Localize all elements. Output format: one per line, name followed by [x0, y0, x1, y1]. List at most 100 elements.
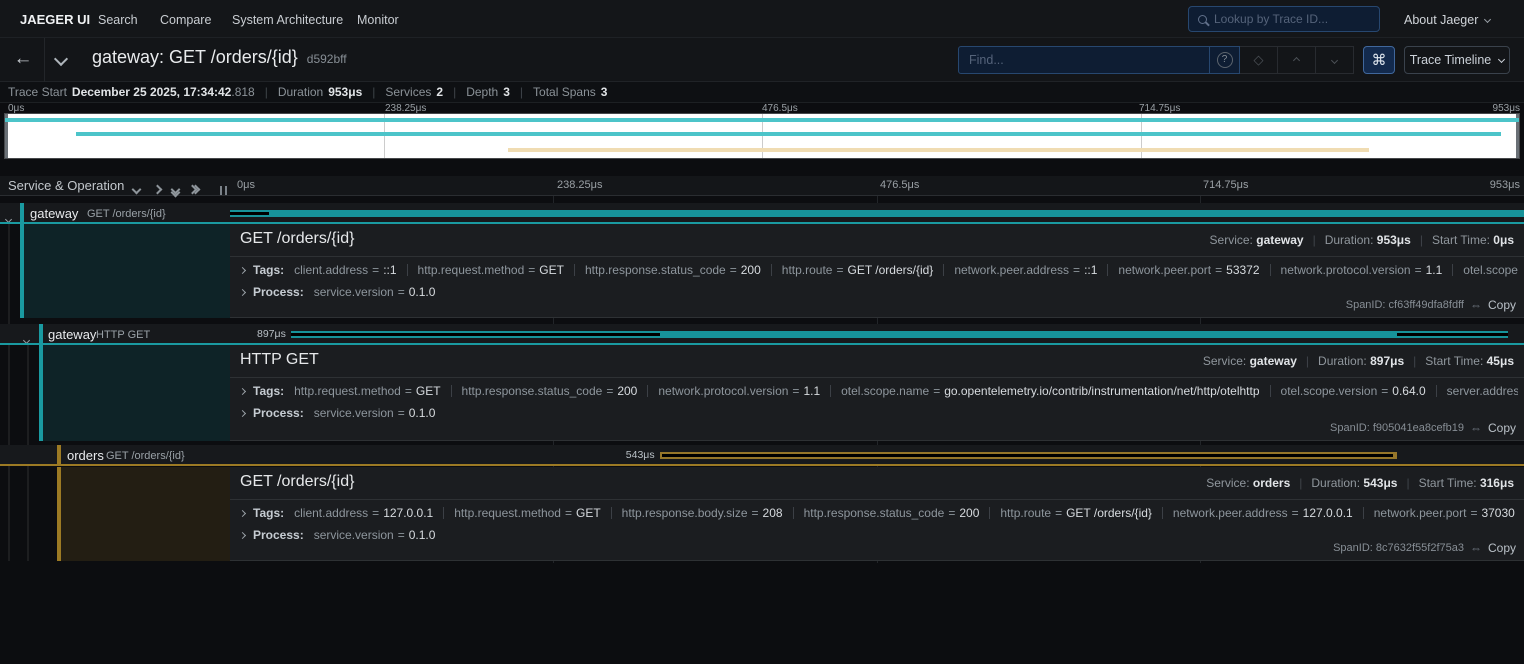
nav-monitor[interactable]: Monitor [357, 13, 399, 27]
trace-start-label: Trace Start [8, 85, 67, 99]
span-service: gateway [48, 327, 96, 342]
link-icon[interactable]: ⇔ [1470, 298, 1482, 312]
find-toolbar: Find... ? ◇ [958, 46, 1354, 74]
span-row-gateway-httpget[interactable]: gateway HTTP GET 897μs [0, 324, 1524, 345]
critical-path-segment [1397, 333, 1508, 336]
tag-separator [771, 264, 772, 276]
trace-collapse-toggle[interactable] [56, 52, 66, 67]
meta-duration: 897μs [1370, 354, 1404, 368]
axis-tick: 476.5μs [880, 179, 919, 191]
nav-search[interactable]: Search [98, 13, 138, 27]
tag-separator [451, 385, 452, 397]
span-detail-gateway-httpget: HTTP GET Service: gateway|Duration: 897μ… [0, 345, 1524, 441]
expand-all-icon[interactable] [193, 181, 199, 196]
span-row-gateway-root[interactable]: gateway GET /orders/{id} [0, 203, 1524, 224]
detail-operation-title: GET /orders/{id} [240, 230, 354, 248]
keyboard-shortcuts-button[interactable]: ⌘ [1363, 46, 1395, 74]
meta-start-time: 45μs [1487, 354, 1514, 368]
services-label: Services [385, 85, 431, 99]
duration-value: 953μs [328, 85, 362, 99]
span-bar-rect[interactable] [230, 210, 1524, 217]
collapse-all-icon[interactable] [172, 181, 179, 196]
prev-match-button[interactable] [1278, 46, 1316, 74]
meta-start-time: 0μs [1493, 233, 1514, 247]
total-spans-label: Total Spans [533, 85, 596, 99]
jaeger-logo[interactable]: JAEGER UI [20, 12, 90, 27]
critical-path-segment [662, 454, 1393, 457]
trace-title-text: gateway: GET /orders/{id} [92, 47, 298, 67]
tag-item: service.version=0.1.0 [314, 404, 436, 422]
detail-meta: Service: gateway|Duration: 953μs|Start T… [1210, 233, 1514, 247]
focus-matches-button[interactable]: ◇ [1240, 46, 1278, 74]
tag-item: otel.scope.version=0.64.0 [1281, 382, 1426, 400]
services-value: 2 [436, 85, 443, 99]
tag-item: service.version=0.1.0 [314, 283, 436, 301]
depth-value: 3 [503, 85, 510, 99]
top-navbar: JAEGER UI Search Compare System Architec… [0, 0, 1524, 38]
tag-item: network.protocol.version=1.1 [658, 382, 820, 400]
detail-meta: Service: orders|Duration: 543μs|Start Ti… [1206, 476, 1514, 490]
collapse-one-icon[interactable] [133, 181, 140, 196]
span-id-label: SpanID: f905041ea8cefb19 [1330, 422, 1464, 434]
tag-separator [1270, 264, 1271, 276]
find-input[interactable]: Find... [958, 46, 1210, 74]
link-icon[interactable]: ⇔ [1470, 421, 1482, 435]
nav-compare[interactable]: Compare [160, 13, 211, 27]
tags-row[interactable]: Tags: http.request.method=GEThttp.respon… [240, 382, 1518, 400]
trace-start-ms: .818 [231, 85, 254, 99]
expand-one-icon[interactable] [154, 181, 161, 196]
meta-start-time: 316μs [1480, 476, 1514, 490]
tag-item: client.address=127.0.0.1 [294, 504, 433, 522]
span-id-value: cf63ff49dfa8fdff [1389, 299, 1464, 311]
span-id-row: SpanID: cf63ff49dfa8fdff ⇔ Copy [1346, 298, 1516, 312]
timeline-minimap[interactable] [4, 113, 1520, 159]
process-row[interactable]: Process: service.version=0.1.0 [240, 404, 1518, 422]
minimap-axis: 0μs 238.25μs 476.5μs 714.75μs 953μs [0, 103, 1524, 113]
about-jaeger-menu[interactable]: About Jaeger [1404, 13, 1490, 27]
tag-item: otel.scope.name=go.opentelemetry.io/cont… [841, 382, 1259, 400]
span-table-header: Service & Operation 0μs 238.25μs 476.5μs… [0, 176, 1524, 196]
span-id-label: SpanID: cf63ff49dfa8fdff [1346, 299, 1464, 311]
tag-item: http.route=GET /orders/{id} [1000, 504, 1152, 522]
link-icon[interactable]: ⇔ [1470, 541, 1482, 555]
find-help-button[interactable]: ? [1210, 46, 1240, 74]
span-id-value: 8c7632f55f2f75a3 [1376, 542, 1464, 554]
process-row[interactable]: Process: service.version=0.1.0 [240, 283, 1518, 301]
tag-separator [574, 264, 575, 276]
trace-id-lookup-input[interactable]: Lookup by Trace ID... [1188, 6, 1380, 32]
chevron-down-icon [1331, 56, 1338, 63]
separator: | [453, 85, 456, 99]
span-bar[interactable]: 543μs [230, 445, 1524, 466]
critical-path-segment [291, 333, 660, 336]
tag-separator [407, 264, 408, 276]
tag-item: network.peer.address=127.0.0.1 [1173, 504, 1353, 522]
span-bar[interactable]: 897μs [230, 324, 1524, 345]
tag-separator [793, 507, 794, 519]
tag-item: network.peer.port=37030 [1374, 504, 1515, 522]
tag-item: client.address=::1 [294, 261, 396, 279]
span-id-label: SpanID: 8c7632f55f2f75a3 [1333, 542, 1464, 554]
span-row-orders[interactable]: orders GET /orders/{id} 543μs [0, 445, 1524, 466]
span-bar[interactable] [230, 203, 1524, 224]
trace-id: d592bff [307, 52, 347, 66]
next-match-button[interactable] [1316, 46, 1354, 74]
span-accent [57, 445, 61, 466]
tag-item: http.request.method=GET [294, 382, 440, 400]
back-button[interactable]: ← [10, 48, 36, 72]
detail-header: HTTP GET Service: gateway|Duration: 897μ… [230, 345, 1524, 378]
nav-system-architecture[interactable]: System Architecture [232, 13, 343, 27]
meta-service: gateway [1256, 233, 1303, 247]
tag-separator [989, 507, 990, 519]
tags-row[interactable]: Tags: client.address=::1http.request.met… [240, 261, 1518, 279]
view-selector-label: Trace Timeline [1410, 53, 1492, 67]
copy-button[interactable]: Copy [1488, 298, 1516, 312]
copy-button[interactable]: Copy [1488, 541, 1516, 555]
tags-row[interactable]: Tags: client.address=127.0.0.1http.reque… [240, 504, 1518, 522]
trace-view-selector[interactable]: Trace Timeline [1404, 46, 1510, 74]
meta-duration: 953μs [1377, 233, 1411, 247]
column-resizer-handle[interactable] [220, 186, 227, 195]
process-row[interactable]: Process: service.version=0.1.0 [240, 526, 1518, 544]
span-detail-panel: GET /orders/{id} Service: orders|Duratio… [230, 467, 1524, 561]
meta-service: orders [1253, 476, 1290, 490]
copy-button[interactable]: Copy [1488, 421, 1516, 435]
